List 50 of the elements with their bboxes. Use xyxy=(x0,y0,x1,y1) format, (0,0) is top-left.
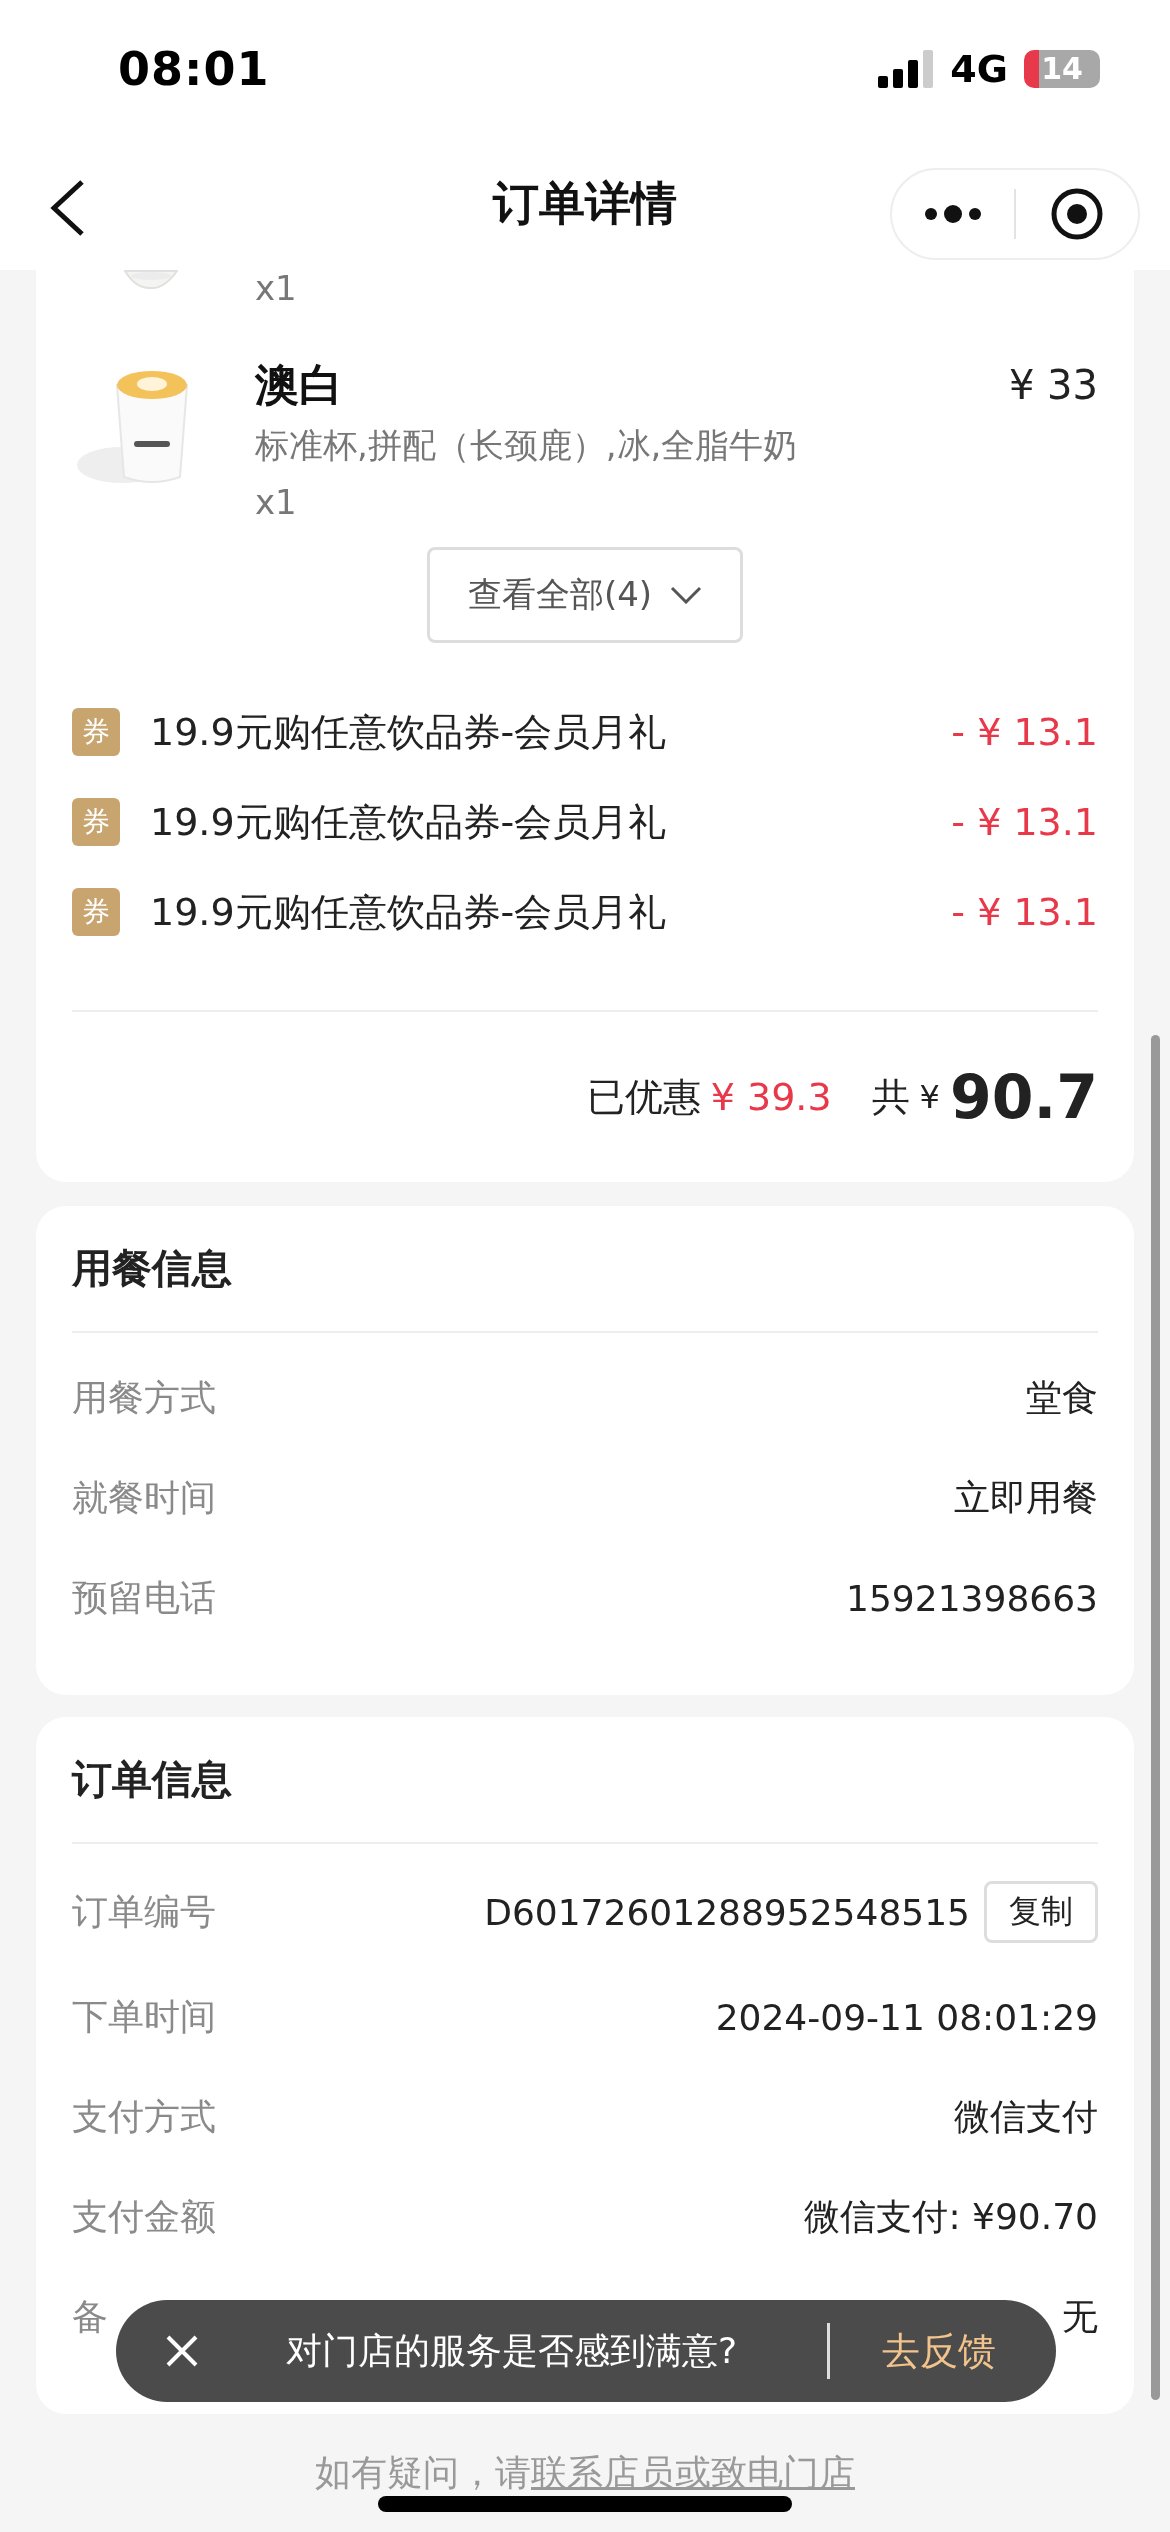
section-title: 订单信息 xyxy=(72,1755,232,1805)
coupon-amount: - ¥ 13.1 xyxy=(951,890,1098,935)
view-all-button[interactable]: 查看全部(4) xyxy=(427,547,743,644)
item-name: 澳白 xyxy=(255,358,343,413)
battery-indicator: 14 xyxy=(1024,49,1100,88)
info-label: 备 xyxy=(72,2294,108,2339)
signal-icon xyxy=(878,49,935,88)
info-value: D60172601288952548515 xyxy=(484,1891,970,1933)
discount-label: 已优惠 xyxy=(586,1073,701,1121)
page-title: 订单详情 xyxy=(493,174,677,232)
status-time: 08:01 xyxy=(118,41,270,96)
coupon-badge: 券 xyxy=(72,888,120,937)
toast-message: 对门店的服务是否感到满意? xyxy=(286,2328,738,2373)
info-label: 订单编号 xyxy=(72,1889,216,1934)
info-value: 2024-09-11 08:01:29 xyxy=(715,1996,1098,2038)
currency-symbol: ¥ xyxy=(919,1078,940,1117)
info-label: 支付金额 xyxy=(72,2194,216,2239)
coupon-name: 19.9元购任意饮品券-会员月礼 xyxy=(150,798,668,846)
copy-button[interactable]: 复制 xyxy=(984,1881,1098,1944)
info-label: 支付方式 xyxy=(72,2094,216,2139)
coupon-badge: 券 xyxy=(72,798,120,847)
more-icon xyxy=(923,203,983,224)
item-price: ¥ 33 xyxy=(1008,361,1098,411)
info-label: 下单时间 xyxy=(72,1994,216,2039)
info-value: 微信支付 xyxy=(954,2094,1098,2139)
target-icon xyxy=(1050,186,1104,241)
info-value: 15921398663 xyxy=(846,1577,1098,1619)
coupon-name: 19.9元购任意饮品券-会员月礼 xyxy=(150,708,668,756)
chevron-down-icon xyxy=(670,586,703,605)
info-label: 预留电话 xyxy=(72,1575,216,1620)
coupon-name: 19.9元购任意饮品券-会员月礼 xyxy=(150,888,668,936)
network-label: 4G xyxy=(950,46,1008,91)
coupon-badge: 券 xyxy=(72,708,120,757)
section-title: 用餐信息 xyxy=(72,1244,232,1294)
info-label: 用餐方式 xyxy=(72,1375,216,1420)
info-value: 无 xyxy=(1062,2294,1098,2339)
info-value: 微信支付: ¥90.70 xyxy=(804,2194,1098,2239)
feedback-button[interactable]: 去反馈 xyxy=(882,2325,996,2377)
discount-amount: ¥ 39.3 xyxy=(710,1075,832,1120)
total-amount: 90.7 xyxy=(949,1062,1098,1133)
info-value: 堂食 xyxy=(1026,1375,1098,1420)
coupon-amount: - ¥ 13.1 xyxy=(951,710,1098,755)
info-value: 立即用餐 xyxy=(954,1475,1098,1520)
item-quantity: x1 xyxy=(255,481,297,525)
item-options: 标准杯,拼配（长颈鹿）,冰,全脂牛奶 xyxy=(255,415,798,476)
coupon-amount: - ¥ 13.1 xyxy=(951,800,1098,845)
total-label: 共 xyxy=(871,1073,910,1121)
info-label: 就餐时间 xyxy=(72,1475,216,1520)
help-text: 如有疑问，请联系店员或致电门店 xyxy=(315,2450,855,2495)
item-quantity: x1 xyxy=(255,270,297,311)
